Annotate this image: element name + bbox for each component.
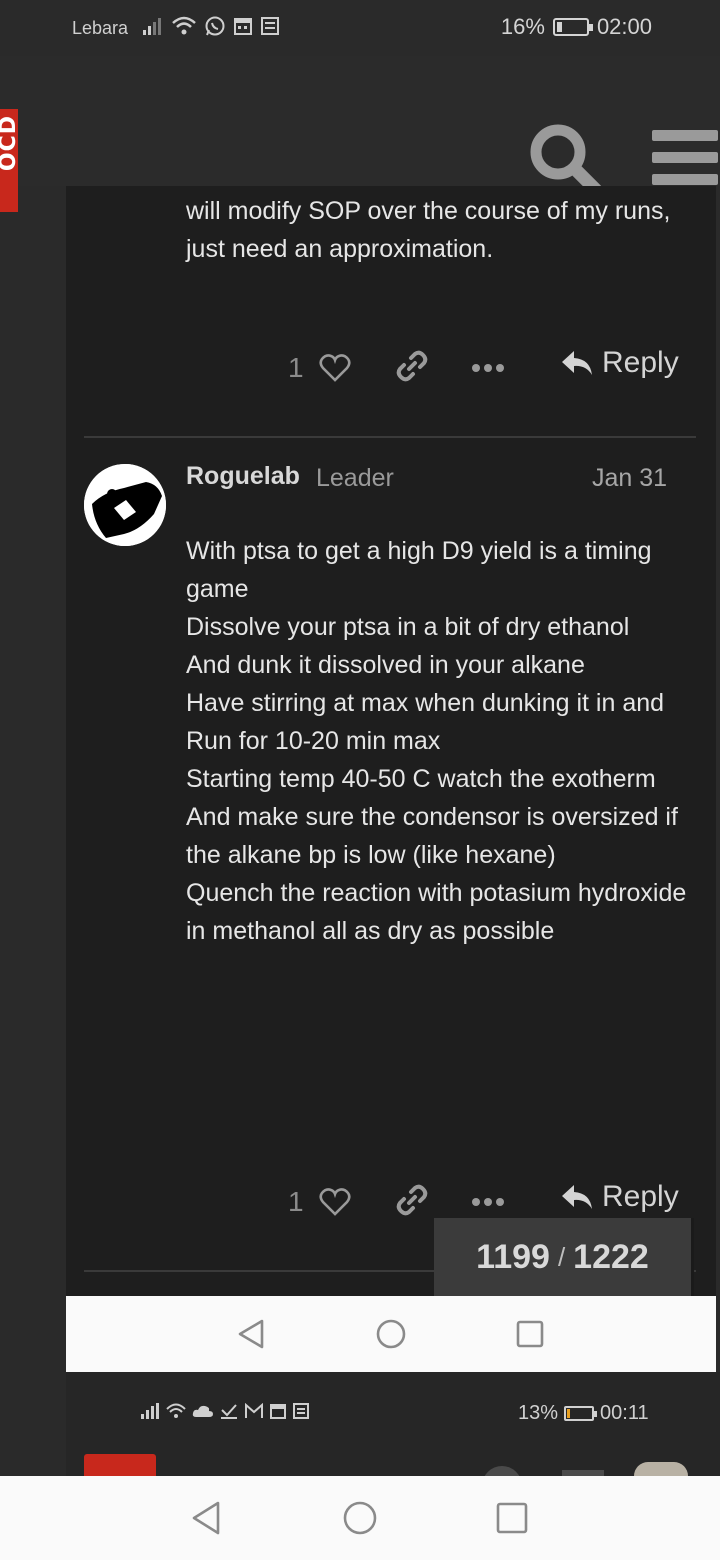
post-date[interactable]: Jan 31 <box>592 464 667 493</box>
battery-icon <box>552 18 593 36</box>
post-line: With ptsa to get a high D9 yield is a ti… <box>186 537 652 603</box>
user-avatar-image <box>84 464 166 546</box>
avatar[interactable] <box>84 464 166 546</box>
home-nav-icon[interactable] <box>342 1500 378 1536</box>
post-line: Run for 10-20 min max <box>186 727 441 755</box>
battery-percent: 16% <box>500 14 545 39</box>
reply-label: Reply <box>602 1180 679 1213</box>
like-count[interactable]: 1 <box>288 1186 304 1218</box>
like-count[interactable]: 1 <box>288 352 304 384</box>
site-logo[interactable]: OCD <box>0 109 18 212</box>
link-icon[interactable] <box>396 1184 428 1216</box>
post-actions: 1 Reply <box>66 344 716 394</box>
battery-percent: 13% <box>518 1402 559 1424</box>
back-nav-icon[interactable] <box>190 1500 222 1536</box>
reply-label: Reply <box>602 346 679 379</box>
home-nav-icon[interactable] <box>375 1318 407 1350</box>
link-icon[interactable] <box>396 350 428 382</box>
navigation-bar <box>0 1476 720 1560</box>
current-post-number: 1199 <box>476 1237 550 1276</box>
signal-icon <box>141 1403 159 1419</box>
calendar-icon <box>234 18 252 35</box>
post-line: Dissolve your ptsa in a bit of dry ethan… <box>186 613 630 641</box>
reply-button[interactable]: Reply <box>560 1180 679 1214</box>
whatsapp-icon <box>205 16 225 36</box>
site-logo-partial <box>84 1454 156 1476</box>
notification-icon <box>293 1403 309 1419</box>
more-options-icon[interactable] <box>471 358 505 378</box>
heart-icon[interactable] <box>319 352 351 384</box>
avatar-partial <box>634 1462 688 1476</box>
hamburger-menu-icon[interactable] <box>652 128 718 188</box>
post-line: And make sure the condensor is oversized… <box>186 803 678 869</box>
status-right: 16% 02:00 <box>501 14 652 40</box>
status-bar: Lebara 16% 02:00 <box>0 0 720 56</box>
carrier-name: Lebara <box>72 18 129 38</box>
topic-progress-indicator[interactable]: 1199 / 1222 <box>434 1218 694 1296</box>
signal-icon <box>143 18 161 35</box>
post-body: With ptsa to get a high D9 yield is a ti… <box>186 532 696 950</box>
cloud-icon <box>192 1405 213 1417</box>
calendar-icon <box>270 1404 286 1419</box>
status-right: 13% 00:11 <box>518 1402 649 1425</box>
heart-icon[interactable] <box>319 1186 351 1218</box>
more-options-icon[interactable] <box>471 1192 505 1212</box>
status-icons <box>142 15 280 37</box>
post-line: Have stirring at max when dunking it in … <box>186 689 665 717</box>
recents-nav-icon[interactable] <box>496 1502 528 1534</box>
clock: 00:11 <box>600 1402 649 1424</box>
battery-icon <box>564 1406 598 1421</box>
status-bar-secondary: 13% 00:11 <box>66 1372 720 1476</box>
wifi-icon <box>172 16 196 35</box>
gmail-icon <box>245 1403 263 1418</box>
post-username[interactable]: Roguelab <box>186 462 300 491</box>
navigation-bar <box>66 1296 716 1372</box>
post-line: Starting temp 40-50 C watch the exotherm <box>186 765 656 793</box>
wifi-icon <box>166 1403 186 1418</box>
topic-posts: will modify SOP over the course of my ru… <box>66 186 716 1296</box>
site-header: OCD <box>0 56 720 212</box>
user-role: Leader <box>316 464 394 492</box>
post-body: will modify SOP over the course of my ru… <box>186 197 671 263</box>
status-icons <box>140 1402 310 1420</box>
post-line: And dunk it dissolved in your alkane <box>186 651 585 679</box>
reply-arrow-icon <box>562 351 592 375</box>
progress-separator: / <box>557 1241 566 1272</box>
reply-button[interactable]: Reply <box>560 346 679 380</box>
recents-nav-icon[interactable] <box>516 1320 544 1348</box>
post-divider <box>84 436 696 438</box>
back-nav-icon[interactable] <box>236 1318 266 1350</box>
post-line: Quench the reaction with potasium hydrox… <box>186 879 687 945</box>
total-post-count: 1222 <box>573 1237 649 1276</box>
clock: 02:00 <box>596 14 652 39</box>
reply-arrow-icon <box>562 1185 592 1209</box>
screen: Lebara 16% 02:00 OCD will modify SOP ove… <box>0 0 720 1560</box>
download-done-icon <box>221 1404 237 1419</box>
notification-icon <box>261 17 279 35</box>
